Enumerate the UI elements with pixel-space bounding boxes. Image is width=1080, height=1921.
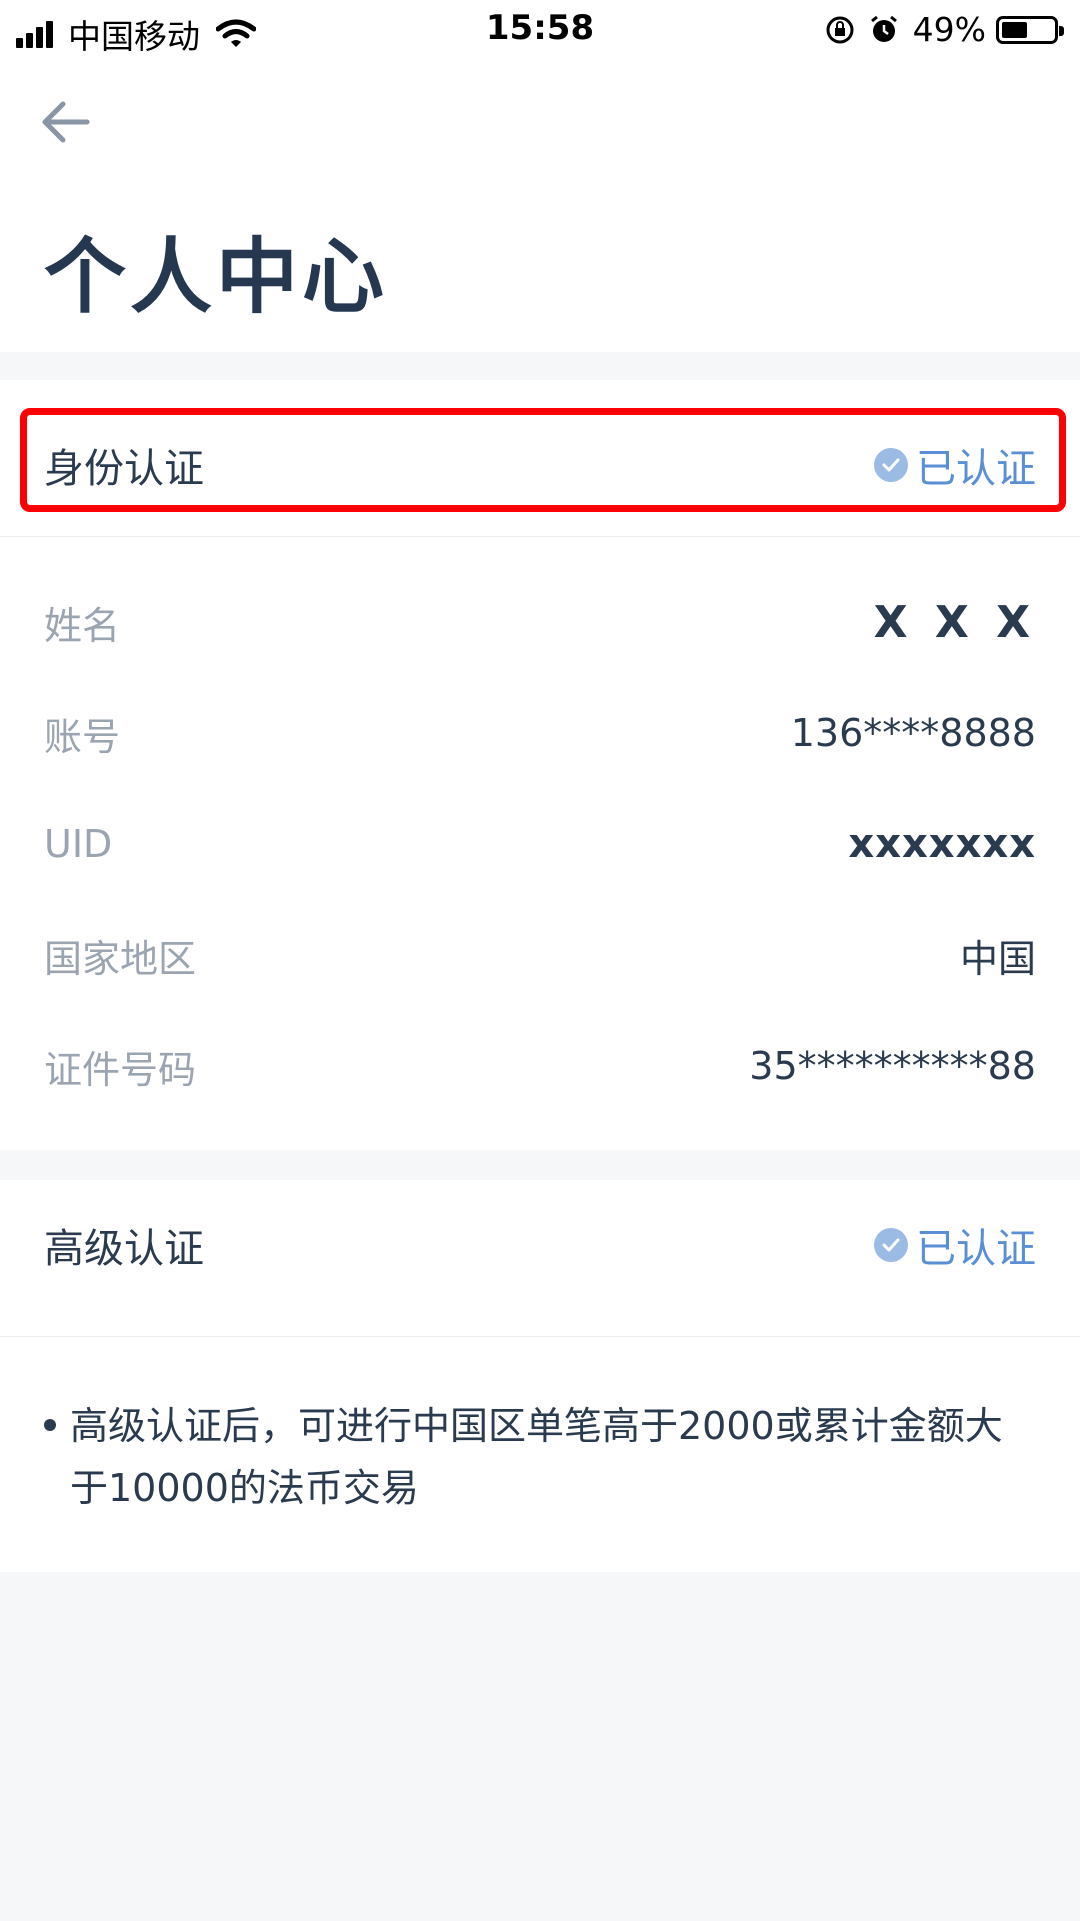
check-circle-icon	[874, 448, 908, 482]
identity-status-text: 已认证	[916, 446, 1036, 492]
header: 个人中心	[0, 62, 1080, 352]
advanced-verification-row[interactable]: 高级认证 已认证	[0, 1190, 1080, 1300]
info-label: 证件号码	[44, 1047, 197, 1092]
battery-percent: 49%	[912, 10, 986, 49]
info-row-name: 姓名 X X X	[0, 582, 1080, 662]
advanced-note-text: 高级认证后，可进行中国区单笔高于2000或累计金额大于10000的法币交易	[70, 1404, 1003, 1510]
divider	[0, 1336, 1080, 1337]
advanced-note: 高级认证后，可进行中国区单笔高于2000或累计金额大于10000的法币交易	[44, 1395, 1034, 1519]
info-label: 姓名	[44, 603, 121, 648]
advanced-status-text: 已认证	[916, 1226, 1036, 1272]
info-row-region: 国家地区 中国	[0, 915, 1080, 995]
info-value: X X X	[873, 596, 1036, 648]
info-value: xxxxxxx	[848, 821, 1036, 867]
battery-icon	[996, 15, 1064, 44]
orientation-lock-icon	[826, 16, 854, 43]
identity-card: 身份认证 已认证 姓名 X X X 账号 136****8888 UID xxx…	[0, 380, 1080, 1150]
back-button[interactable]	[36, 92, 96, 152]
status-right: 49%	[825, 10, 1064, 49]
info-row-uid: UID xxxxxxx	[0, 804, 1080, 884]
advanced-label: 高级认证	[44, 1226, 204, 1272]
info-row-id-number: 证件号码 35**********88	[0, 1026, 1080, 1106]
divider	[0, 536, 1080, 537]
info-value: 中国	[959, 936, 1036, 981]
alarm-icon	[870, 15, 897, 42]
info-label: 账号	[44, 714, 121, 759]
arrow-left-icon	[42, 101, 90, 143]
page-title: 个人中心	[44, 230, 389, 325]
identity-verification-row[interactable]: 身份认证 已认证	[0, 410, 1080, 520]
info-value: 136****8888	[790, 711, 1036, 755]
identity-label: 身份认证	[44, 446, 204, 492]
bullet	[44, 1419, 56, 1431]
advanced-status: 已认证	[874, 1216, 1036, 1274]
info-label: UID	[44, 822, 113, 866]
info-label: 国家地区	[44, 936, 197, 981]
info-row-account: 账号 136****8888	[0, 693, 1080, 773]
check-circle-icon	[874, 1228, 908, 1262]
info-value: 35**********88	[749, 1044, 1036, 1088]
identity-status: 已认证	[874, 436, 1036, 494]
status-bar: 中国移动 15:58 49%	[0, 0, 1080, 62]
